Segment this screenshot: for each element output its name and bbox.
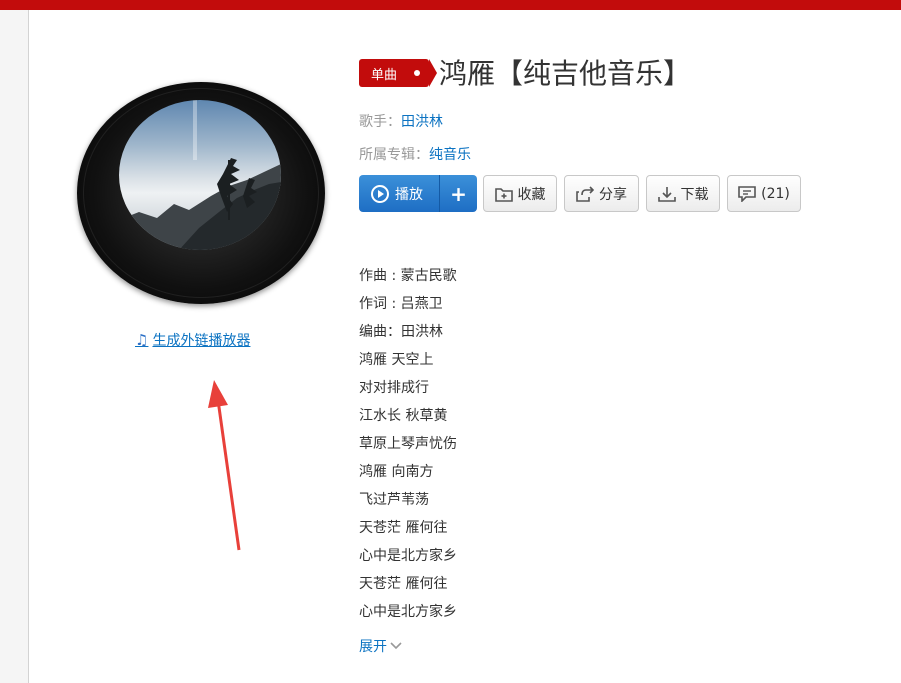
top-bar <box>0 0 901 10</box>
comment-count: (21) <box>761 185 790 202</box>
song-title: 鸿雁【纯吉他音乐】 <box>439 57 692 90</box>
lyric-line: 对对排成行 <box>359 380 429 396</box>
single-badge-label: 单曲 <box>371 67 398 83</box>
play-button[interactable]: 播放 <box>359 175 439 212</box>
expand-lyrics-link[interactable]: 展开 <box>359 636 403 656</box>
generate-player-link-label: 生成外链播放器 <box>152 333 251 349</box>
comment-button[interactable]: (21) <box>727 175 801 212</box>
expand-label: 展开 <box>359 639 387 655</box>
lyric-line: 天苍茫 雁何往 <box>359 520 448 536</box>
album-row: 所属专辑：纯音乐 <box>359 144 471 164</box>
lyric-line: 草原上琴声忧伤 <box>359 436 457 452</box>
lyrics-block: 作曲 : 蒙古民歌 作词 : 吕燕卫 编曲：田洪林 鸿雁 天空上 对对排成行 江… <box>359 262 457 626</box>
play-icon <box>371 184 389 203</box>
share-label: 分享 <box>599 186 627 203</box>
lyric-line: 江水长 秋草黄 <box>359 408 448 424</box>
collect-label: 收藏 <box>517 186 546 203</box>
download-label: 下载 <box>680 186 709 203</box>
lyric-line: 天苍茫 雁何往 <box>359 576 448 592</box>
red-arrow-annotation <box>208 380 241 551</box>
lyric-line: 心中是北方家乡 <box>359 604 457 620</box>
share-button[interactable]: 分享 <box>564 175 639 212</box>
lyric-line: 飞过芦苇荡 <box>359 492 429 508</box>
singer-row: 歌手：田洪林 <box>359 111 443 131</box>
download-icon <box>657 186 676 202</box>
single-badge: 单曲 <box>359 59 437 87</box>
album-vinyl <box>77 82 325 304</box>
lyric-line: 心中是北方家乡 <box>359 548 457 564</box>
download-button[interactable]: 下载 <box>646 175 720 212</box>
collect-button[interactable]: 收藏 <box>483 175 557 212</box>
play-label: 播放 <box>395 186 423 203</box>
lyric-line: 作词 : 吕燕卫 <box>359 296 443 312</box>
share-icon <box>576 185 594 202</box>
lyric-line: 作曲 : 蒙古民歌 <box>359 268 457 284</box>
chevron-down-icon <box>390 642 402 650</box>
add-to-playlist-button[interactable]: + <box>440 175 477 212</box>
singer-link[interactable]: 田洪林 <box>401 114 443 130</box>
singer-label: 歌手： <box>359 114 401 130</box>
lyric-line: 编曲：田洪林 <box>359 324 443 340</box>
badge-dot-icon <box>414 70 420 76</box>
lyric-line: 鸿雁 向南方 <box>359 464 434 480</box>
album-cover-image <box>119 100 281 250</box>
generate-player-link[interactable]: ♫ 生成外链播放器 <box>135 330 250 350</box>
music-note-icon: ♫ <box>135 331 149 349</box>
lyric-line: 鸿雁 天空上 <box>359 352 434 368</box>
play-button-group: 播放 + <box>359 175 477 212</box>
folder-plus-icon <box>494 187 513 202</box>
comment-icon <box>738 185 756 202</box>
album-link[interactable]: 纯音乐 <box>429 147 471 163</box>
album-label: 所属专辑： <box>359 147 429 163</box>
